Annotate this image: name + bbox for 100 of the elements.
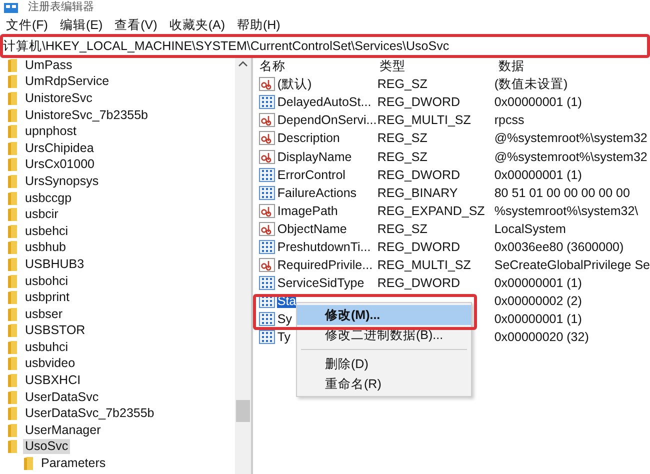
folder-icon [8, 374, 17, 388]
folder-icon [8, 224, 17, 238]
binary-value-icon [259, 168, 276, 182]
value-name[interactable]: PreshutdownTi... [277, 240, 371, 254]
value-name[interactable]: ServiceSidType [277, 276, 364, 290]
value-type: REG_DWORD [377, 95, 462, 110]
folder-icon [24, 457, 33, 470]
value-type: REG_SZ [377, 222, 428, 236]
folder-icon [8, 424, 17, 437]
tree-item[interactable]: usbccgp [23, 190, 74, 206]
value-type: REG_MULTI_SZ [377, 258, 472, 272]
scroll-up-icon[interactable] [238, 60, 248, 68]
tree-item[interactable]: usbohci [23, 274, 70, 289]
string-value-icon [259, 222, 276, 236]
tree-item[interactable]: usbprint [23, 290, 72, 306]
tree-item[interactable]: usbhub [23, 240, 68, 256]
menu-item[interactable]: 查看(V) [114, 17, 158, 34]
value-type: REG_DWORD [377, 168, 462, 182]
value-name[interactable]: DependOnServi... [277, 113, 377, 128]
window-title: 注册表编辑器 [28, 2, 94, 13]
value-type: REG_SZ [377, 131, 428, 146]
value-data: 0x00000002 (2) [494, 294, 583, 308]
tree-item[interactable]: UserManager [23, 422, 103, 438]
value-data: @%systemroot%\system32 [494, 131, 648, 146]
value-name[interactable]: ErrorControl [277, 168, 346, 182]
scrollbar[interactable] [235, 56, 252, 474]
value-data: 0x00000001 (1) [494, 95, 583, 110]
column-header[interactable]: 类型 [377, 59, 496, 74]
tree-item[interactable]: usbcir [23, 207, 60, 222]
string-value-icon [259, 204, 276, 218]
folder-icon [8, 274, 17, 288]
folder-icon [8, 407, 17, 420]
value-data: rpcss [494, 113, 526, 128]
column-header[interactable]: 数据 [496, 59, 650, 74]
folder-icon [8, 291, 17, 304]
folder-icon [8, 308, 17, 321]
tree-item[interactable]: upnphost [23, 124, 78, 140]
folder-icon [8, 357, 17, 370]
tree-item[interactable]: UnistoreSvc [23, 90, 94, 106]
folder-icon [8, 125, 17, 138]
value-name[interactable]: Description [277, 131, 340, 146]
tree-item[interactable]: UrsCx01000 [23, 157, 96, 172]
value-data: SeCreateGlobalPrivilege Se [494, 258, 650, 272]
address-bar[interactable]: 计算机\HKEY_LOCAL_MACHINE\SYSTEM\CurrentControlSet\Services\UsoSvc [0, 37, 650, 55]
value-name[interactable]: DisplayName [277, 150, 352, 164]
binary-value-icon [259, 330, 276, 344]
tree-item[interactable]: usbser [23, 306, 65, 322]
column-header[interactable]: 名称 [259, 59, 378, 74]
binary-value-icon [259, 240, 276, 254]
string-value-icon [259, 131, 276, 146]
string-value-icon [259, 113, 276, 128]
context-menu-item[interactable]: 重命名(R) [297, 374, 471, 394]
tree-item[interactable]: UmRdpService [23, 74, 112, 90]
tree-item[interactable]: UsoSvc [23, 439, 70, 454]
tree-item[interactable]: USBHUB3 [23, 256, 86, 272]
string-value-icon [259, 77, 276, 92]
scroll-thumb[interactable] [236, 400, 250, 422]
tree-item[interactable]: usbvideo [23, 356, 78, 372]
folder-icon [8, 258, 17, 271]
tree-item[interactable]: USBSTOR [23, 323, 88, 338]
menu-item[interactable]: 收藏夹(A) [169, 17, 225, 34]
value-name[interactable]: FailureActions [277, 186, 357, 200]
folder-icon [8, 158, 17, 172]
value-type: REG_SZ [377, 77, 428, 92]
context-menu-item[interactable]: 删除(D) [297, 354, 471, 374]
folder-icon [8, 58, 17, 72]
tree-item[interactable]: UnistoreSvc_7b2355b [23, 108, 150, 123]
menu-item[interactable]: 帮助(H) [236, 17, 280, 34]
context-menu-item[interactable]: 修改(M)... [297, 305, 471, 325]
value-name[interactable]: DelayedAutoSt... [277, 95, 372, 110]
value-data: (数值未设置) [494, 77, 569, 92]
tree-item[interactable]: usbehci [23, 224, 70, 239]
tree-item[interactable]: UserDataSvc_7b2355b [23, 406, 156, 422]
value-name[interactable]: Ty [277, 330, 291, 344]
value-data: LocalSystem [494, 222, 567, 236]
binary-value-icon [259, 276, 276, 290]
binary-value-icon [259, 312, 276, 326]
menu-item[interactable]: 编辑(E) [60, 17, 103, 34]
tree-item[interactable]: UrsChipidea [23, 140, 96, 156]
menu-item[interactable]: 文件(F) [6, 17, 48, 34]
value-type: REG_BINARY [377, 186, 459, 200]
tree-item[interactable]: usbuhci [23, 340, 70, 355]
value-name[interactable]: ObjectName [277, 222, 347, 236]
value-name[interactable]: Sy [277, 312, 292, 326]
value-name[interactable]: RequiredPrivile... [277, 258, 373, 272]
tree-item[interactable]: UrsSynopsys [23, 174, 101, 189]
tree-item[interactable]: Parameters [39, 456, 108, 472]
tree-item[interactable]: UserDataSvc [23, 390, 101, 405]
folder-icon [8, 174, 17, 188]
tree-item[interactable]: UmPass [23, 58, 74, 73]
tree-item[interactable]: USBXHCI [23, 373, 83, 388]
registry-editor-icon [4, 3, 18, 13]
binary-value-icon [259, 186, 276, 200]
value-name[interactable]: (默认) [277, 77, 312, 92]
folder-icon [8, 440, 17, 454]
value-data: 0x00000020 (32) [494, 330, 590, 344]
binary-value-icon [259, 95, 276, 110]
value-type: REG_DWORD [377, 276, 462, 290]
value-data: 0x0036ee80 (3600000) [494, 240, 625, 254]
value-name[interactable]: ImagePath [277, 204, 338, 218]
